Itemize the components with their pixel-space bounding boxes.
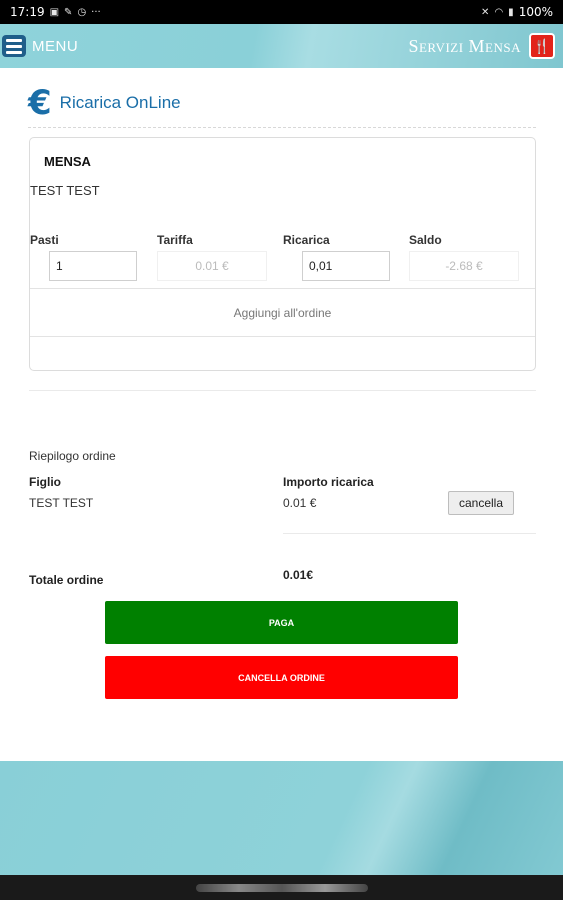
saldo-label: Saldo [409, 233, 442, 247]
figlio-label: Figlio [29, 475, 61, 489]
signal-icon: ▮ [508, 6, 514, 18]
list-menu-icon [2, 35, 26, 57]
divider [28, 127, 536, 128]
card-title: MENSA [44, 154, 91, 169]
recharge-card: MENSA TEST TEST Pasti Tariffa Ricarica S… [29, 137, 536, 371]
pasti-label: Pasti [30, 233, 59, 247]
pasti-input[interactable]: 1 [49, 251, 137, 281]
order-summary-title: Riepilogo ordine [29, 449, 116, 463]
wifi-icon: ◠ [494, 6, 504, 18]
page-header: € Ricarica OnLine [28, 86, 181, 120]
importo-label: Importo ricarica [283, 475, 374, 489]
ricarica-label: Ricarica [283, 233, 330, 247]
app-header: MENU Servizi Mensa 🍴 [0, 24, 563, 68]
page-title: Ricarica OnLine [59, 93, 181, 112]
mute-icon: ✕ [481, 6, 490, 18]
alarm-icon: ◷ [77, 6, 87, 18]
cutlery-icon: 🍴 [529, 33, 555, 59]
total-label: Totale ordine [29, 573, 104, 587]
tariffa-field: 0.01 € [157, 251, 267, 281]
ricarica-input[interactable]: 0,01 [302, 251, 390, 281]
divider [283, 533, 536, 534]
footer-banner [0, 761, 563, 875]
child-name: TEST TEST [30, 183, 100, 198]
remove-item-button[interactable]: cancella [448, 491, 514, 515]
add-to-order-button[interactable]: Aggiungi all'ordine [30, 288, 535, 337]
app-title: Servizi Mensa [408, 35, 521, 56]
figlio-value: TEST TEST [29, 496, 94, 510]
clock: 17:19 [10, 5, 45, 19]
more-notifications-icon: ··· [91, 6, 101, 18]
euro-icon: € [28, 83, 52, 123]
wrench-icon: ✎ [64, 6, 73, 18]
system-nav-bar [0, 875, 563, 900]
importo-value: 0.01 € [283, 496, 317, 510]
battery-level: 100% [518, 5, 553, 19]
divider [29, 390, 536, 391]
image-notification-icon: ▣ [49, 6, 60, 18]
nav-handle[interactable] [195, 883, 368, 892]
pay-button[interactable]: PAGA [105, 601, 458, 644]
menu-button[interactable]: MENU [2, 35, 78, 57]
saldo-field: -2.68 € [409, 251, 519, 281]
tariffa-label: Tariffa [157, 233, 193, 247]
menu-label: MENU [32, 37, 79, 55]
cancel-order-button[interactable]: CANCELLA ORDINE [105, 656, 458, 699]
total-value: 0.01€ [283, 568, 314, 582]
status-bar: 17:19 ▣ ✎ ◷ ··· ✕ ◠ ▮ 100% [0, 0, 563, 24]
